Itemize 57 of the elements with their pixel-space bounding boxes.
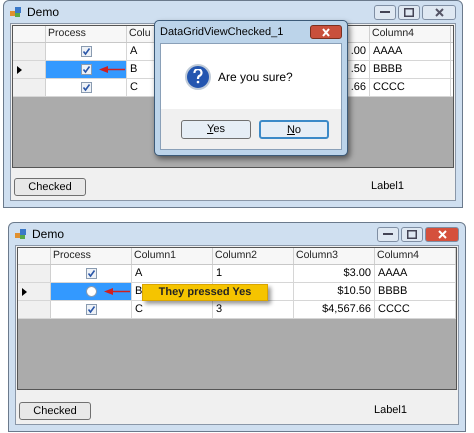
table-cell: $4,567.66: [294, 301, 375, 318]
minimize-button[interactable]: [374, 4, 396, 20]
checkbox[interactable]: [80, 82, 92, 93]
checkbox[interactable]: [80, 64, 92, 75]
callout-note: They pressed Yes: [142, 284, 268, 301]
close-icon: [321, 28, 331, 36]
table-cell: BBBB: [375, 283, 456, 300]
window-title: Demo: [27, 4, 60, 21]
maximize-icon: [404, 8, 414, 16]
maximize-icon: [407, 230, 417, 238]
row-header[interactable]: [13, 61, 46, 78]
app-icon: [10, 6, 22, 18]
minimize-icon: [380, 11, 390, 13]
checkbox[interactable]: [86, 268, 96, 279]
column-header[interactable]: Process: [46, 26, 127, 42]
minimize-icon: [383, 233, 393, 235]
column-header[interactable]: Column3: [294, 248, 375, 264]
arrow-annotation: [99, 66, 125, 73]
column-header[interactable]: Column2: [213, 248, 294, 264]
app-icon: [15, 228, 27, 240]
column-header[interactable]: Column4: [375, 248, 456, 264]
maximize-button[interactable]: [398, 4, 420, 20]
maximize-button[interactable]: [401, 226, 423, 242]
table-cell: A: [132, 265, 213, 282]
minimize-button[interactable]: [377, 226, 399, 242]
dialog-title: DataGridViewChecked_1: [160, 24, 284, 40]
column-header[interactable]: Process: [51, 248, 132, 264]
current-row-icon: [22, 288, 27, 296]
table-cell: 1: [213, 265, 294, 282]
status-label: Label1: [370, 178, 404, 194]
close-button[interactable]: [310, 25, 342, 39]
close-button[interactable]: [425, 226, 459, 242]
dialog-button[interactable]: Yes: [181, 120, 251, 138]
checked-button[interactable]: Checked: [19, 402, 91, 420]
table-cell: BBBB: [370, 61, 451, 78]
close-button[interactable]: [422, 4, 456, 20]
status-label: Label1: [374, 402, 407, 418]
table-cell: CCCC: [375, 301, 456, 318]
table-cell: AAAA: [370, 43, 451, 60]
window-title: Demo: [32, 226, 64, 243]
column-header[interactable]: Column1: [132, 248, 213, 264]
checked-button[interactable]: Checked: [14, 178, 86, 196]
close-icon: [434, 8, 444, 16]
row-header[interactable]: [18, 283, 51, 300]
checkbox[interactable]: [80, 46, 92, 57]
question-icon: [185, 64, 211, 90]
current-row-icon: [17, 66, 22, 74]
arrow-annotation: [104, 288, 130, 295]
table-cell: $3.00: [294, 265, 375, 282]
dialog-button[interactable]: No: [259, 120, 329, 138]
table-cell: CCCC: [370, 79, 451, 96]
table-cell: AAAA: [375, 265, 456, 282]
column-header[interactable]: Column4: [370, 26, 451, 42]
checkbox[interactable]: [86, 286, 96, 297]
table-cell: $10.50: [294, 283, 375, 300]
checkbox[interactable]: [86, 304, 96, 315]
close-icon: [438, 230, 446, 238]
